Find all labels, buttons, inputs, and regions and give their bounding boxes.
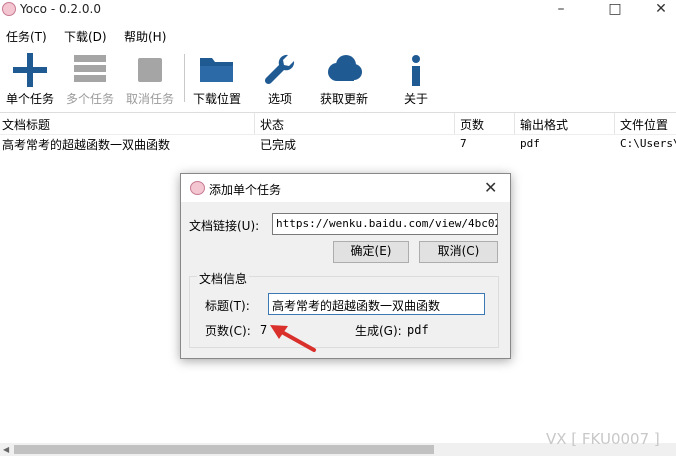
dialog-title-bar: 添加单个任务 ✕: [181, 174, 510, 202]
multiple-tasks-label: 多个任务: [65, 92, 114, 106]
scroll-left-icon[interactable]: ◀: [3, 445, 9, 454]
url-field[interactable]: https://wenku.baidu.com/view/4bc02f4: [272, 213, 498, 235]
row-location: C:\Users\A: [620, 137, 676, 150]
options-button[interactable]: 选项: [256, 50, 304, 106]
cancel-task-button[interactable]: 取消任务: [122, 50, 178, 106]
menu-task[interactable]: 任务(T): [6, 28, 47, 45]
row-title: 高考常考的超越函数一双曲函数: [2, 138, 171, 152]
single-task-label: 单个任务: [5, 92, 54, 106]
column-divider[interactable]: [454, 113, 455, 134]
menu-help[interactable]: 帮助(H): [124, 28, 166, 45]
column-header-location[interactable]: 文件位置: [620, 116, 668, 133]
stop-icon: [138, 58, 162, 82]
title-field[interactable]: 高考常考的超越函数一双曲函数: [268, 293, 485, 315]
download-location-button[interactable]: 下载位置: [190, 50, 244, 106]
task-list-header: 文档标题 状态 页数 输出格式 文件位置: [0, 112, 676, 135]
scrollbar-thumb[interactable]: [14, 445, 434, 454]
cloud-icon: [328, 55, 362, 81]
pages-value: 7: [260, 323, 268, 337]
row-pages: 7: [460, 137, 467, 150]
column-divider[interactable]: [614, 113, 615, 134]
url-label: 文档链接(U):: [189, 219, 260, 233]
column-header-format[interactable]: 输出格式: [520, 116, 568, 133]
generate-value: pdf: [407, 323, 429, 337]
app-logo-icon: [2, 2, 16, 16]
column-divider[interactable]: [514, 113, 515, 134]
plus-icon: [13, 53, 47, 87]
menu-download[interactable]: 下载(D): [64, 28, 107, 45]
red-arrow-annotation: [270, 325, 316, 352]
download-location-label: 下载位置: [192, 92, 241, 106]
row-status: 已完成: [260, 138, 297, 152]
app-logo-icon: [190, 181, 205, 195]
get-update-button[interactable]: 获取更新: [316, 50, 372, 106]
maximize-button[interactable]: □: [592, 0, 638, 20]
single-task-button[interactable]: 单个任务: [2, 50, 58, 106]
menu-bar: 任务(T) 下载(D) 帮助(H): [0, 25, 676, 47]
folder-icon: [200, 58, 233, 82]
column-divider[interactable]: [254, 113, 255, 134]
minimize-button[interactable]: –: [538, 0, 584, 20]
dialog-close-icon[interactable]: ✕: [484, 178, 497, 197]
close-window-button[interactable]: ✕: [638, 0, 676, 20]
row-format: pdf: [520, 137, 540, 150]
add-single-task-dialog: 添加单个任务 ✕ 文档链接(U): https://wenku.baidu.co…: [180, 173, 511, 359]
about-label: 关于: [403, 92, 428, 106]
document-info-label: 文档信息: [197, 270, 250, 287]
multiple-tasks-button[interactable]: 多个任务: [62, 50, 118, 106]
column-header-status[interactable]: 状态: [260, 116, 284, 133]
info-icon: [412, 55, 420, 86]
cancel-task-label: 取消任务: [125, 92, 174, 106]
toolbar: 单个任务 多个任务 取消任务 下载位置 选项 获取更新 关于: [0, 48, 676, 108]
options-label: 选项: [267, 92, 292, 106]
list-icon: [74, 55, 106, 82]
title-label: 标题(T):: [205, 299, 250, 313]
generate-label: 生成(G):: [355, 324, 402, 338]
wrench-icon: [264, 54, 295, 85]
title-bar: Yoco - 0.2.0.0 – □ ✕: [0, 0, 676, 20]
column-header-title[interactable]: 文档标题: [2, 116, 50, 133]
window-title: Yoco - 0.2.0.0: [20, 2, 101, 16]
dialog-title: 添加单个任务: [209, 183, 282, 197]
cancel-button[interactable]: 取消(C): [419, 241, 498, 263]
toolbar-separator: [184, 54, 185, 102]
ok-button[interactable]: 确定(E): [333, 241, 409, 263]
column-header-pages[interactable]: 页数: [460, 116, 484, 133]
pages-label: 页数(C):: [205, 324, 251, 338]
about-button[interactable]: 关于: [396, 50, 436, 106]
watermark-text: VX [ FKU0007 ]: [546, 430, 660, 448]
get-update-label: 获取更新: [319, 92, 368, 106]
